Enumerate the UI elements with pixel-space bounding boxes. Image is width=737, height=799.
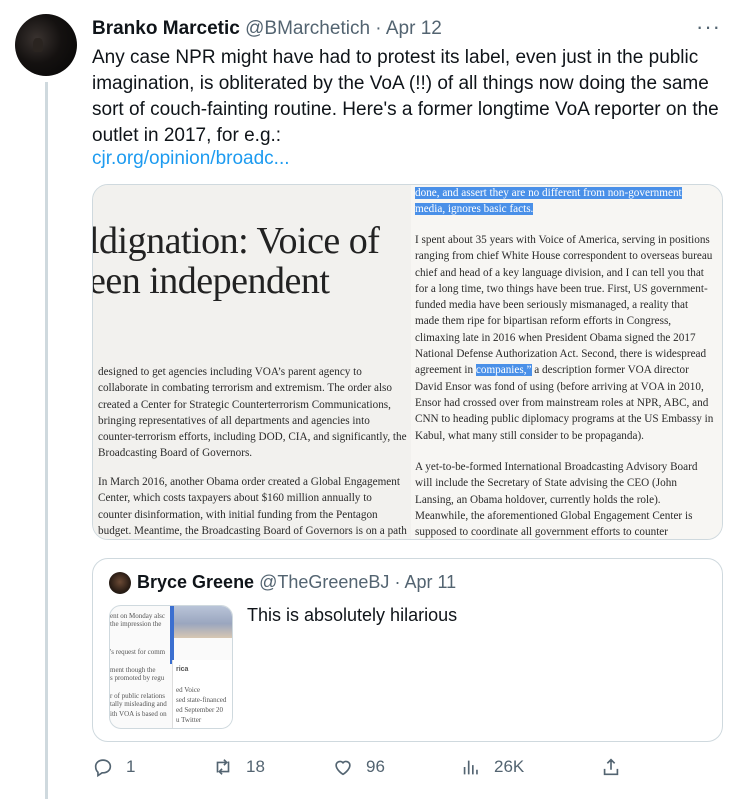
thumb-line: tally misleading and [110,700,167,708]
author-handle[interactable]: @BMarchetich [245,18,370,39]
highlighted-companies: companies,” [475,364,532,377]
action-bar: 1 18 96 26K [92,756,632,786]
author-name[interactable]: Branko Marcetic [92,18,240,39]
article-right-paragraph-2: A yet-to-be-formed International Broadca… [415,461,698,539]
avatar-figure [33,38,43,52]
author-avatar[interactable] [15,14,77,76]
article-left-paragraph-1: designed to get agencies including VOA’s… [98,366,407,460]
like-button[interactable]: 96 [332,756,385,778]
thumb-card: rica ed Voice sed state-financed ed Sept… [172,660,232,728]
reply-button[interactable]: 1 [92,756,135,778]
highlighted-text: done, and assert they are no different f… [415,187,682,216]
thumb-line: ith VOA is based on [110,710,167,718]
article-right-paragraph-1: I spent about 35 years with Voice of Ame… [415,232,715,444]
more-icon[interactable]: ··· [696,14,721,40]
tweet-date[interactable]: Apr 12 [386,18,442,39]
thumb-line: r of public relations [110,692,166,700]
article-headline-line1: ldignation: Voice of [92,220,380,262]
tweet-media-image[interactable]: ldignation: Voice of een independent des… [92,184,723,540]
quoted-author-name: Bryce Greene [137,572,255,592]
thumb-card-line: rica [176,666,189,673]
thread-line [45,82,48,799]
share-icon [603,758,619,776]
quoted-tweet-text: This is absolutely hilarious [247,605,458,625]
quoted-tweet-date: Apr 11 [404,572,457,592]
quoted-tweet[interactable]: Bryce Greene @TheGreeneBJ · Apr 11 ent o… [92,558,723,742]
thumb-line: ment though the [110,666,156,674]
reply-count: 1 [126,757,136,776]
quoted-tweet-header: Bryce Greene @TheGreeneBJ · Apr 11 [137,572,456,593]
article-left-paragraph-2: In March 2016, another Obama order creat… [98,476,407,537]
thumb-line: ent on Monday alsc [110,612,166,620]
right-paragraph-1-text: I spent about 35 years with Voice of Ame… [415,234,713,377]
views-button[interactable]: 26K [460,756,524,778]
quoted-author-handle: @TheGreeneBJ [259,572,390,592]
share-button[interactable] [600,756,622,778]
views-count: 26K [494,757,525,776]
quoted-tweet-thumbnail[interactable]: ent on Monday alsc the impression the 's… [109,605,233,729]
retweet-button[interactable]: 18 [212,756,265,778]
thumb-card-line: u Twitter [176,716,202,724]
tweet-header: Branko Marcetic @BMarchetich · Apr 12 [92,18,442,40]
thumb-card-line: sed state-financed [176,696,227,704]
thumb-line: the impression the [110,620,162,628]
like-count: 96 [366,757,385,776]
thumb-line: 's request for comm [110,648,166,656]
retweet-icon [216,759,230,775]
article-headline-line2: een independent [92,260,330,302]
reply-icon [94,759,112,778]
views-icon [463,760,478,775]
like-icon [335,760,351,776]
thumb-card-line: ed September 20 [176,706,224,714]
header-separator: · [370,18,386,39]
tweet-link[interactable]: cjr.org/opinion/broadc... [92,148,290,170]
quoted-author-avatar [109,572,131,594]
retweet-count: 18 [246,757,265,776]
thumb-card-line: ed Voice [176,686,201,694]
thumb-highlight-bar [170,606,174,664]
article-highlighted-quote: done, and assert they are no different f… [415,185,705,218]
thumb-photo [174,606,232,638]
quoted-header-separator: · [389,572,405,592]
thumb-line: s promoted by regu [110,674,165,682]
tweet-text: Any case NPR might have had to protest i… [92,47,719,146]
